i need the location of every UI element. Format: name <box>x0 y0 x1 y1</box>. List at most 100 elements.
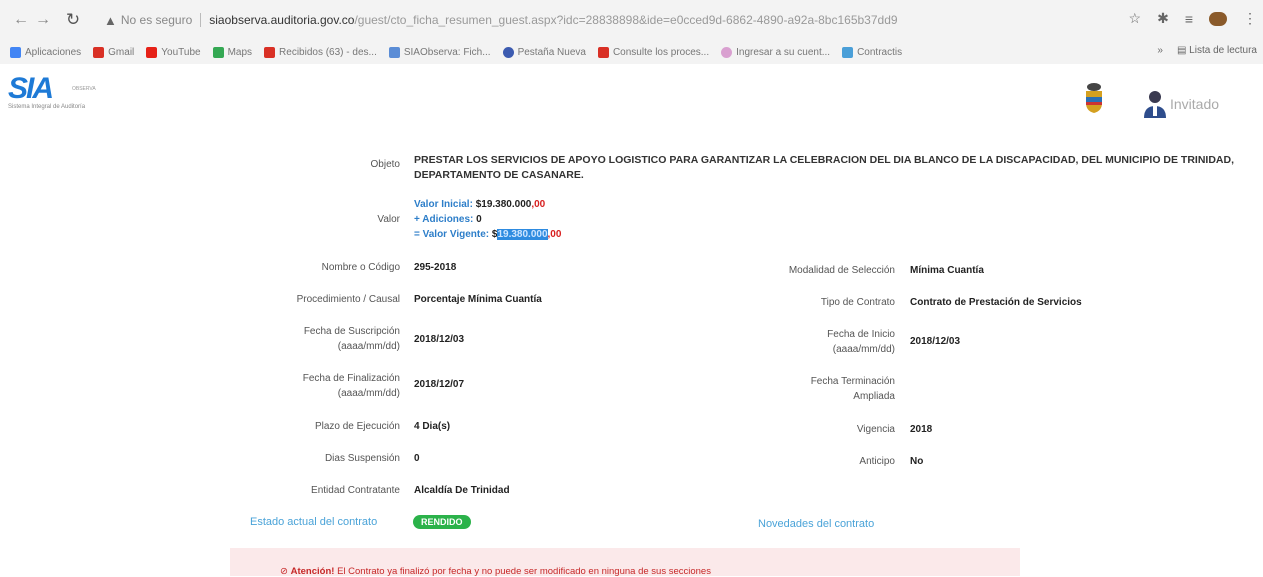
estado-contrato-link[interactable]: Estado actual del contrato <box>250 516 377 528</box>
procedimiento-label: Procedimiento / Causal <box>296 294 400 305</box>
dias-suspension-label: Dias Suspensión <box>324 453 400 464</box>
coat-of-arms-icon <box>1086 83 1102 113</box>
warning-icon[interactable]: ▲ <box>104 13 117 28</box>
bookmark-label: YouTube <box>161 46 201 58</box>
nombre-label: Nombre o Código <box>321 262 400 273</box>
fecha-suscripcion-value: 2018/12/03 <box>414 334 465 345</box>
fecha-inicio-value: 2018/12/03 <box>910 336 961 347</box>
plazo-label: Plazo de Ejecución <box>314 421 400 432</box>
user-label[interactable]: Invitado <box>1170 96 1219 112</box>
bookmark-item[interactable]: Ingresar a su cuent... <box>721 46 831 58</box>
plazo-value: 4 Dia(s) <box>414 421 451 432</box>
valor-label: Valor <box>377 214 400 225</box>
sia-logo[interactable]: SIA OBSERVA Sistema Integral de Auditorí… <box>8 72 96 111</box>
fecha-suscripcion-label: Fecha de Suscripción (aaaa/mm/dd) <box>250 324 400 354</box>
logo-subtitle: Sistema Integral de Auditoría <box>8 104 86 110</box>
url-path: /guest/cto_ficha_resumen_guest.aspx?idc=… <box>354 13 898 27</box>
valor-vigente-cents: ,00 <box>547 229 562 240</box>
bookmark-label: Ingresar a su cuent... <box>736 46 831 58</box>
bookmark-item[interactable]: Pestaña Nueva <box>502 46 586 58</box>
fecha-suscripcion-label-line2: (aaaa/mm/dd) <box>337 341 400 352</box>
url-separator <box>200 13 202 27</box>
valor-inicial-cents: ,00 <box>531 199 546 210</box>
valor-box: Valor Inicial: $19.380.000,00 + Adicione… <box>414 197 561 242</box>
dias-suspension-value: 0 <box>414 453 420 464</box>
fecha-finalizacion-label-line1: Fecha de Finalización <box>302 373 400 384</box>
bookmark-item[interactable]: SIAObserva: Fich... <box>388 46 491 58</box>
entidad-value: Alcaldía De Trinidad <box>414 485 510 496</box>
bookmark-label: SIAObserva: Fich... <box>403 46 491 58</box>
reading-list-label: Lista de lectura <box>1189 45 1257 56</box>
modalidad-value: Mínima Cuantía <box>910 265 984 276</box>
vigencia-value: 2018 <box>910 424 933 435</box>
url-domain: siaobserva.auditoria.gov.co <box>209 13 355 27</box>
forward-arrow-icon[interactable]: → <box>32 11 54 29</box>
objeto-label: Objeto <box>370 159 400 170</box>
bookmark-item[interactable]: Contractis <box>842 46 903 58</box>
secop-icon <box>597 46 609 58</box>
bookmark-label: Aplicaciones <box>25 46 82 58</box>
bookmark-item[interactable]: Consulte los proces... <box>597 46 709 58</box>
tipo-value: Contrato de Prestación de Servicios <box>910 297 1082 308</box>
anticipo-value: No <box>910 456 924 467</box>
address-bar[interactable]: siaobserva.auditoria.gov.co/guest/cto_fi… <box>209 13 897 27</box>
valor-inicial-value: $19.380.000 <box>475 199 532 210</box>
alert-prefix: Atención! <box>290 566 335 577</box>
status-badge: RENDIDO <box>413 515 471 529</box>
back-arrow-icon[interactable]: ← <box>10 11 32 29</box>
reading-list-button[interactable]: ▤ Lista de lectura <box>1177 45 1257 56</box>
bookmark-item[interactable]: Recibidos (63) - des... <box>264 46 377 58</box>
bookmark-item[interactable]: YouTube <box>146 46 201 58</box>
maps-pin-icon <box>212 46 224 58</box>
fecha-suscripcion-label-line1: Fecha de Suscripción <box>303 326 400 337</box>
extensions-icon[interactable]: ✱ <box>1157 10 1169 27</box>
alert-message: ⊘ Atención! El Contrato ya finalizó por … <box>280 566 711 577</box>
profile-avatar[interactable] <box>1209 11 1227 26</box>
tipo-label: Tipo de Contrato <box>820 297 895 308</box>
menu-icon[interactable]: ⋮ <box>1243 10 1257 27</box>
alert-icon: ⊘ <box>280 566 288 577</box>
fecha-inicio-label: Fecha de Inicio (aaaa/mm/dd) <box>730 327 895 357</box>
youtube-icon <box>146 46 158 58</box>
account-icon <box>721 46 733 58</box>
valor-vigente-row: = Valor Vigente: $19.380.000,00 <box>414 227 561 242</box>
new-tab-icon <box>502 46 514 58</box>
valor-inicial-label: Valor Inicial: <box>414 199 473 210</box>
user-icon[interactable] <box>1142 88 1168 118</box>
reading-mode-icon[interactable]: ≡ <box>1185 11 1193 27</box>
apps-grid-icon <box>10 46 21 58</box>
secure-label[interactable]: No es seguro <box>121 13 192 27</box>
modalidad-label: Modalidad de Selección <box>788 265 895 276</box>
adiciones-row: + Adiciones: 0 <box>414 212 561 227</box>
bookmark-label: Contractis <box>857 46 903 58</box>
adiciones-value: 0 <box>476 214 482 225</box>
procedimiento-value: Porcentaje Mínima Cuantía <box>414 294 542 305</box>
fecha-finalizacion-value: 2018/12/07 <box>414 379 465 390</box>
fecha-terminacion-label-line1: Fecha Terminación <box>810 376 895 387</box>
fecha-finalizacion-label-line2: (aaaa/mm/dd) <box>337 388 400 399</box>
browser-toolbar: ← → ↻ ▲ No es seguro siaobserva.auditori… <box>0 0 1263 40</box>
toolbar-actions: ☆ ✱ ≡ ⋮ <box>1129 10 1257 27</box>
fecha-terminacion-label: Fecha Terminación Ampliada <box>730 374 895 404</box>
valor-inicial-row: Valor Inicial: $19.380.000,00 <box>414 197 561 212</box>
more-bookmarks-button[interactable]: » <box>1157 45 1163 56</box>
bookmarks-bar: Aplicaciones Gmail YouTube Maps Recibido… <box>0 40 1263 64</box>
bookmarks-right: » ▤ Lista de lectura <box>1157 45 1257 56</box>
star-icon[interactable]: ☆ <box>1129 10 1142 27</box>
contractis-icon <box>842 46 854 58</box>
bookmark-label: Pestaña Nueva <box>517 46 586 58</box>
valor-vigente-label: = Valor Vigente: <box>414 229 490 240</box>
fecha-terminacion-label-line2: Ampliada <box>853 391 895 402</box>
bookmark-label: Recibidos (63) - des... <box>279 46 377 58</box>
bookmark-item[interactable]: Maps <box>212 46 253 58</box>
logo-tag: OBSERVA <box>72 86 96 92</box>
novedades-link[interactable]: Novedades del contrato <box>758 518 874 530</box>
adiciones-label: + Adiciones: <box>414 214 474 225</box>
bookmark-item[interactable]: Gmail <box>93 46 134 58</box>
valor-vigente-value[interactable]: 19.380.000 <box>497 229 548 240</box>
reload-icon[interactable]: ↻ <box>62 10 84 30</box>
site-favicon-icon <box>388 46 400 58</box>
bookmark-label: Maps <box>227 46 253 58</box>
bookmark-item[interactable]: Aplicaciones <box>10 46 82 58</box>
logo-word: SIA <box>8 72 54 105</box>
